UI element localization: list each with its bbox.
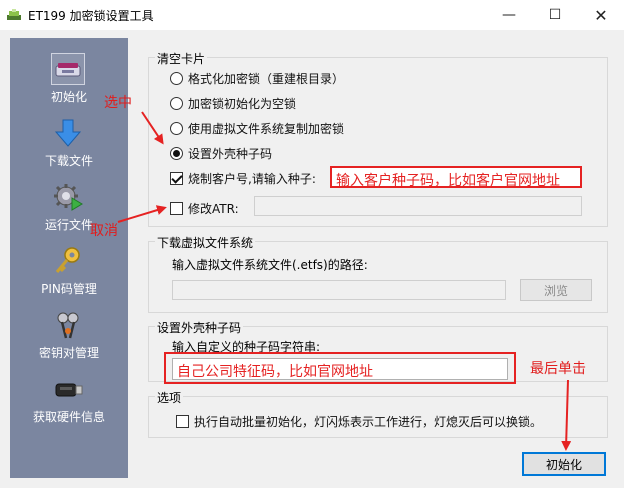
close-button[interactable]: ✕ bbox=[578, 0, 624, 30]
checkbox[interactable] bbox=[176, 415, 189, 428]
batch-init-label: 执行自动批量初始化，灯闪烁表示工作进行，灯熄灭后可以换锁。 bbox=[194, 415, 543, 429]
option-set-shell-seed[interactable]: 设置外壳种子码 bbox=[170, 145, 272, 162]
download-arrow-icon bbox=[54, 119, 82, 147]
title-bar: ET199 加密锁设置工具 — ☐ ✕ bbox=[0, 0, 624, 30]
annotation-highlight-box bbox=[164, 352, 516, 384]
option-label: 格式化加密锁（重建根目录） bbox=[188, 72, 345, 86]
maximize-icon: ☐ bbox=[548, 7, 562, 23]
browse-button[interactable]: 浏览 bbox=[520, 279, 592, 301]
option-copy-virtual-fs[interactable]: 使用虚拟文件系统复制加密锁 bbox=[170, 120, 344, 137]
radio-button[interactable] bbox=[170, 122, 183, 135]
modify-atr-label: 修改ATR: bbox=[188, 202, 239, 216]
close-icon: ✕ bbox=[594, 5, 608, 25]
hardware-dongle-icon bbox=[55, 383, 83, 397]
group-legend: 设置外壳种子码 bbox=[155, 319, 244, 336]
group-legend: 选项 bbox=[155, 389, 184, 406]
sidebar-item-label: 获取硬件信息 bbox=[32, 410, 105, 424]
annotation-cancel: 取消 bbox=[90, 223, 118, 239]
sidebar-item-label: 密钥对管理 bbox=[38, 346, 99, 360]
group-legend: 下载虚拟文件系统 bbox=[155, 234, 256, 251]
gear-run-icon bbox=[54, 184, 83, 211]
customer-seed-value: 输入客户种子码，比如客户官网地址 bbox=[336, 173, 560, 189]
minimize-icon: — bbox=[502, 7, 516, 23]
option-label: 加密锁初始化为空锁 bbox=[188, 97, 297, 111]
sidebar-item-download[interactable]: 下载文件 bbox=[10, 114, 128, 174]
maximize-button[interactable]: ☐ bbox=[532, 0, 578, 30]
option-label: 使用虚拟文件系统复制加密锁 bbox=[188, 122, 345, 136]
window-title: ET199 加密锁设置工具 bbox=[28, 9, 154, 23]
group-legend: 清空卡片 bbox=[155, 50, 208, 67]
key-pair-icon bbox=[57, 312, 79, 339]
sidebar-item-pin[interactable]: PIN码管理 bbox=[10, 242, 128, 302]
sidebar-item-hardware[interactable]: 获取硬件信息 bbox=[10, 370, 128, 430]
annotation-select: 选中 bbox=[104, 95, 132, 111]
burn-customer-label: 烧制客户号,请输入种子: bbox=[188, 172, 316, 186]
init-button[interactable]: 初始化 bbox=[522, 452, 606, 476]
radio-button[interactable] bbox=[170, 72, 183, 85]
vfs-path-label: 输入虚拟文件系统文件(.etfs)的路径: bbox=[172, 258, 368, 272]
atr-input[interactable] bbox=[254, 196, 582, 216]
annotation-last-click: 最后单击 bbox=[530, 361, 586, 377]
sidebar-item-label: 下载文件 bbox=[44, 154, 93, 168]
sidebar-item-label: PIN码管理 bbox=[41, 282, 97, 296]
batch-init-checkbox[interactable]: 执行自动批量初始化，灯闪烁表示工作进行，灯熄灭后可以换锁。 bbox=[176, 413, 542, 430]
app-icon bbox=[7, 9, 21, 20]
minimize-button[interactable]: — bbox=[486, 0, 532, 30]
vfs-path-input[interactable] bbox=[172, 280, 506, 300]
burn-customer-checkbox[interactable]: 烧制客户号,请输入种子: bbox=[170, 170, 316, 187]
key-icon bbox=[55, 247, 80, 273]
customer-seed-input[interactable]: 输入客户种子码，比如客户官网地址 bbox=[330, 166, 582, 189]
option-label: 设置外壳种子码 bbox=[188, 147, 273, 161]
radio-button-selected[interactable] bbox=[170, 147, 183, 160]
init-button-label: 初始化 bbox=[545, 457, 582, 472]
checkbox-checked[interactable] bbox=[170, 172, 183, 185]
option-format-lock[interactable]: 格式化加密锁（重建根目录） bbox=[170, 70, 344, 87]
browse-button-label: 浏览 bbox=[543, 283, 568, 298]
usb-key-icon bbox=[51, 53, 85, 85]
checkbox[interactable] bbox=[170, 202, 183, 215]
sidebar-item-keypair[interactable]: 密钥对管理 bbox=[10, 306, 128, 366]
radio-button[interactable] bbox=[170, 97, 183, 110]
option-init-empty-lock[interactable]: 加密锁初始化为空锁 bbox=[170, 95, 296, 112]
modify-atr-checkbox[interactable]: 修改ATR: bbox=[170, 200, 239, 217]
download-vfs-group: 下载虚拟文件系统 bbox=[148, 234, 608, 313]
